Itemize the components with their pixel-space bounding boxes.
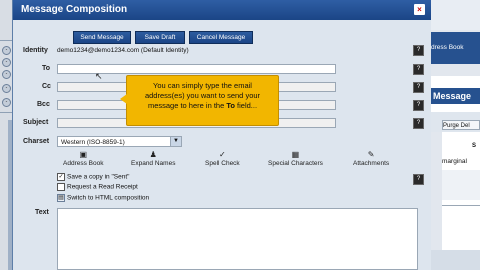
read-receipt-option[interactable]: Request a Read Receipt [57, 183, 138, 191]
save-copy-option[interactable]: ✓ Save a copy in "Sent" [57, 173, 129, 181]
tutorial-tooltip: You can simply type the email address(es… [120, 75, 279, 126]
tree-toggle-icon[interactable]: - [2, 70, 11, 79]
tree-toggle-icon[interactable]: - [2, 84, 11, 93]
window-title: Message Composition [21, 4, 128, 15]
attachments-icon: ✎ [367, 150, 375, 159]
attachments-tool[interactable]: ✎ Attachments [353, 150, 390, 168]
switch-html-link[interactable]: ▤ Switch to HTML composition [57, 194, 149, 202]
address-book-label: Address Book [63, 160, 104, 167]
expand-names-tool[interactable]: ♟ Expand Names [131, 150, 176, 168]
read-receipt-checkbox[interactable] [57, 183, 65, 191]
message-header: Message [431, 88, 480, 104]
tree-toggle-icon[interactable]: - [2, 58, 11, 67]
options-help-icon[interactable]: ? [413, 174, 424, 185]
expand-names-icon: ♟ [149, 150, 157, 159]
cancel-message-button[interactable]: Cancel Message [189, 31, 253, 44]
cc-help-icon[interactable]: ? [413, 82, 424, 93]
address-book-icon: ▣ [79, 150, 88, 159]
cc-label: Cc [42, 83, 51, 90]
window-titlebar: Message Composition × [13, 0, 431, 20]
mouse-cursor-icon: ↖ [95, 71, 103, 81]
spell-check-label: Spell Check [205, 160, 240, 167]
divider [0, 40, 12, 41]
bcc-help-icon[interactable]: ? [413, 100, 424, 111]
save-copy-checkbox[interactable]: ✓ [57, 173, 65, 181]
send-message-button[interactable]: Send Message [73, 31, 131, 44]
subject-help-icon[interactable]: ? [413, 118, 424, 129]
identity-label: Identity [23, 47, 48, 54]
to-help-icon[interactable]: ? [413, 64, 424, 75]
switch-html-label: Switch to HTML composition [67, 194, 150, 202]
bcc-label: Bcc [37, 101, 50, 108]
column-header[interactable]: S [472, 143, 480, 151]
background-app-right: dress Book Message Purge Del S marginal [431, 0, 480, 270]
tree-toggle-icon[interactable]: - [2, 46, 11, 55]
spell-check-icon: ✓ [218, 150, 226, 159]
tooltip-line-3-post: field... [234, 101, 258, 110]
tooltip-pointer [120, 94, 127, 104]
close-icon[interactable]: × [414, 4, 425, 15]
tooltip-line-1: You can simply type the email [153, 81, 252, 90]
address-book-tool[interactable]: ▣ Address Book [63, 150, 104, 168]
attachments-label: Attachments [353, 160, 390, 167]
tooltip-line-3-bold: To [226, 101, 235, 110]
tooltip-line-2: address(es) you want to send your [144, 91, 261, 100]
to-label: To [42, 65, 51, 72]
special-characters-tool[interactable]: ▦ Special Characters [268, 150, 323, 168]
address-book-tab[interactable]: dress Book [431, 32, 480, 64]
charset-label: Charset [23, 138, 50, 145]
tooltip-line-3: message to here in the To field... [127, 101, 278, 111]
charset-select[interactable]: Western (ISO-8859-1) ▼ [57, 136, 182, 147]
save-copy-label: Save a copy in "Sent" [67, 173, 130, 181]
divider [442, 205, 480, 206]
html-icon: ▤ [57, 194, 65, 202]
purge-deleted-button[interactable]: Purge Del [442, 120, 480, 130]
tree-toggle-icon[interactable]: - [2, 98, 11, 107]
identity-help-icon[interactable]: ? [413, 45, 424, 56]
spell-check-tool[interactable]: ✓ Spell Check [205, 150, 240, 168]
chevron-down-icon[interactable]: ▼ [170, 137, 181, 146]
subject-label: Subject [23, 119, 49, 126]
special-characters-label: Special Characters [268, 160, 323, 167]
right-header [431, 0, 480, 30]
identity-value[interactable]: demo1234@demo1234.com (Default Identity) [57, 47, 189, 54]
expand-names-label: Expand Names [131, 160, 176, 167]
message-composition-window: Message Composition × Send Message Save … [12, 0, 432, 270]
right-footer [431, 250, 480, 270]
divider [0, 112, 12, 113]
text-label: Text [35, 209, 49, 216]
read-receipt-label: Request a Read Receipt [67, 183, 138, 191]
charset-value: Western (ISO-8859-1) [61, 139, 125, 146]
list-item[interactable]: marginal [442, 158, 467, 165]
tooltip-line-3-pre: message to here in the [147, 101, 227, 110]
list-item[interactable] [442, 170, 480, 200]
message-text-area[interactable] [57, 208, 418, 270]
save-draft-button[interactable]: Save Draft [135, 31, 185, 44]
background-app-left: - - - - - [0, 0, 12, 270]
special-characters-icon: ▦ [291, 150, 300, 159]
